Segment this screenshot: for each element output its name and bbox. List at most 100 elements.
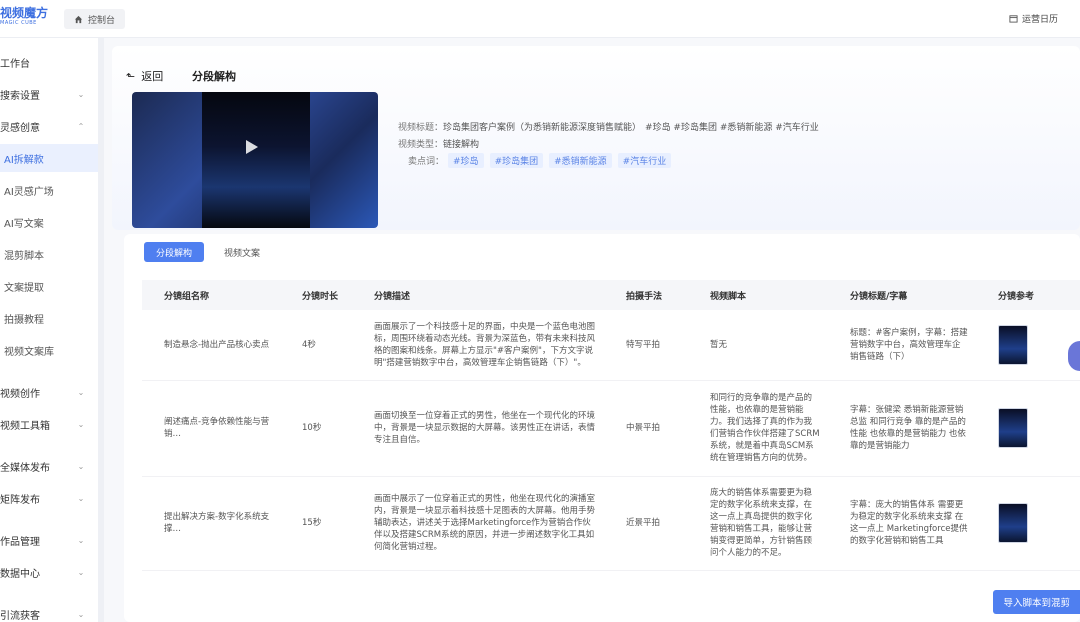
selling-tag: #珍岛 [448,153,484,168]
sidebar-item-label: 全媒体发布 [0,462,50,474]
sidebar-item[interactable]: 全媒体发布 ⌄ [0,452,98,480]
col-header: 分镜时长 [302,291,339,302]
page-title: 分段解构 [192,70,236,83]
sidebar-item-label: 数据中心 [0,568,40,580]
sidebar-item[interactable]: 矩阵发布 ⌄ [0,484,98,512]
main-area: ⬑ 返回 分段解构 视频标题： 珍岛集团客户案例（为悉销新能源深度销售赋能） #… [104,38,1080,622]
cell-reference [976,310,1080,380]
sidebar-item[interactable]: 搜索设置 ⌄ [0,80,98,108]
cell-method: 近景平拍 [626,518,661,528]
cell-reference [976,476,1080,570]
cell-desc: 画面展示了一个科技感十足的界面，中央是一个蓝色电池图标，周围环绕着动态光线。背景… [374,321,596,368]
table-row: 提出解决方案-数字化系统支撑… 15秒 画面中展示了一位穿着正式的男性，他坐在现… [142,476,1080,570]
col-header: 分镜组名称 [164,291,210,302]
sidebar-item[interactable]: AI灵感广场 [0,176,98,204]
tab-home[interactable]: 控制台 [64,9,126,29]
reference-thumbnail[interactable] [998,408,1028,448]
tab-video-copy[interactable]: 视频文案 [212,242,272,262]
chevron-icon: ⌄ [77,89,85,99]
sidebar: 工作台搜索设置 ⌄ 灵感创意 ⌃ AI拆解款 AI灵感广场 AI写文案混剪脚本文案提取拍摄教… [0,38,98,622]
cell-duration: 4秒 [302,339,316,350]
cell-method: 中景平拍 [626,423,661,433]
sidebar-item-label: 灵感创意 [0,122,40,134]
import-script-button[interactable]: 导入脚本到混剪 [993,590,1080,614]
sidebar-item[interactable]: 视频创作 ⌄ [0,378,98,406]
sidebar-item-label: 矩阵发布 [0,494,40,506]
selling-tag: #悉销新能源 [549,153,612,168]
home-icon [74,15,83,23]
video-type-value: 链接解构 [443,140,480,150]
video-header-panel: ⬑ 返回 分段解构 视频标题： 珍岛集团客户案例（为悉销新能源深度销售赋能） #… [112,46,1080,230]
selling-tag: #汽车行业 [617,153,672,168]
sidebar-item[interactable]: 灵感创意 ⌃ [0,112,98,140]
video-meta: 视频标题： 珍岛集团客户案例（为悉销新能源深度销售赋能） #珍岛 #珍岛集团 #… [398,118,819,169]
sidebar-item[interactable]: 文案提取 [0,272,98,300]
table-row: 制造悬念-抛出产品核心卖点 4秒 画面展示了一个科技感十足的界面，中央是一个蓝色… [142,310,1080,380]
sidebar-item-label: 引流获客 [0,610,40,622]
video-title-key: 视频标题： [398,123,444,133]
sidebar-item-label: 工作台 [0,58,30,70]
brand-sub: MAGIC CUBE [0,20,37,26]
sidebar-item-label: AI写文案 [4,218,44,230]
cell-desc: 画面中展示了一位穿着正式的男性，他坐在现代化的演播室内，背景是一块显示着科技感十… [374,494,596,552]
cell-name: 制造悬念-抛出产品核心卖点 [164,339,270,350]
tab-home-label: 控制台 [88,15,116,26]
sidebar-item[interactable]: 工作台 [0,48,98,76]
chevron-icon: ⌄ [77,567,85,577]
cell-script: 庞大的销售体系需要更为稳定的数字化系统来支撑，在这一点上真岛提供的数字化营销和销… [710,488,813,558]
back-arrow-icon: ⬑ [126,69,136,83]
segment-table: 分镜组名称 分镜时长 分镜描述 拍摄手法 视频脚本 分镜标题/字幕 分镜参考 制… [142,280,1080,571]
brand-name: 视频魔方 [0,6,49,20]
video-thumbnail[interactable] [132,92,378,228]
brand-logo[interactable]: 视频魔方 MAGIC CUBE [0,6,60,26]
sidebar-item[interactable]: 引流获客 ⌄ [0,600,98,622]
sidebar-item[interactable]: 拍摄教程 [0,304,98,332]
cell-method: 特写平拍 [626,339,661,350]
tab-segment-structure[interactable]: 分段解构 [144,242,205,262]
col-header: 分镜参考 [998,291,1035,302]
sidebar-item[interactable]: 数据中心 ⌄ [0,558,98,586]
col-header: 视频脚本 [710,291,747,302]
sidebar-item[interactable]: 作品管理 ⌄ [0,526,98,554]
calendar-icon [1009,15,1018,23]
video-title-value: 珍岛集团客户案例（为悉销新能源深度销售赋能） [443,123,642,133]
sidebar-item[interactable]: 视频工具箱 ⌄ [0,410,98,438]
sidebar-item-label: 视频工具箱 [0,420,50,432]
play-icon[interactable] [246,140,258,154]
back-label: 返回 [141,70,164,83]
top-bar: 视频魔方 MAGIC CUBE 控制台 运营日历 [0,0,1080,38]
cell-duration: 15秒 [302,518,322,528]
reference-thumbnail[interactable] [998,503,1028,543]
sidebar-item-label: 作品管理 [0,536,40,548]
sidebar-item-label: 视频文案库 [4,346,54,358]
selling-key: 卖点词： [408,157,445,167]
sidebar-item[interactable]: AI拆解款 [0,144,98,172]
video-title-row: 视频标题： 珍岛集团客户案例（为悉销新能源深度销售赋能） #珍岛 #珍岛集团 #… [398,118,819,135]
sidebar-item-label: 文案提取 [4,282,44,294]
sidebar-item-label: AI灵感广场 [4,186,54,198]
operation-calendar-button[interactable]: 运营日历 [1009,12,1058,25]
content-tabs: 分段解构 视频文案 [144,242,272,262]
sidebar-item-label: 搜索设置 [0,90,40,102]
selling-words-row: 卖点词： #珍岛 #珍岛集团 #悉销新能源 #汽车行业 [398,152,819,169]
sidebar-item[interactable]: 视频文案库 [0,336,98,364]
chevron-icon: ⌃ [77,121,85,131]
cell-subtitle: 字幕：庞大的销售体系 需要更为稳定的数字化系统来支撑 在这一点上 Marketi… [850,500,968,546]
chevron-icon: ⌄ [77,461,85,471]
col-header: 分镜标题/字幕 [850,291,908,302]
reference-thumbnail[interactable] [998,324,1028,365]
video-type-key: 视频类型： [398,140,444,150]
video-type-row: 视频类型： 链接解构 [398,135,819,152]
floating-assistant-button[interactable] [1068,341,1080,371]
sidebar-item[interactable]: 混剪脚本 [0,240,98,268]
cell-subtitle: 标题：#客户案例，字幕：搭建营销数字中台，高效管理车企销售链路（下） [850,327,968,362]
sidebar-item[interactable]: AI写文案 [0,208,98,236]
sidebar-item-label: AI拆解款 [4,154,44,166]
chevron-icon: ⌄ [77,493,85,503]
chevron-icon: ⌄ [77,609,85,619]
table-row: 阐述痛点-竞争依赖性能与营销… 10秒 画面切换至一位穿着正式的男性，他坐在一个… [142,380,1080,476]
chevron-icon: ⌄ [77,419,85,429]
back-button[interactable]: ⬑ 返回 [126,68,163,84]
chevron-icon: ⌄ [77,387,85,397]
selling-tags: #珍岛 #珍岛集团 #悉销新能源 #汽车行业 [448,153,672,168]
